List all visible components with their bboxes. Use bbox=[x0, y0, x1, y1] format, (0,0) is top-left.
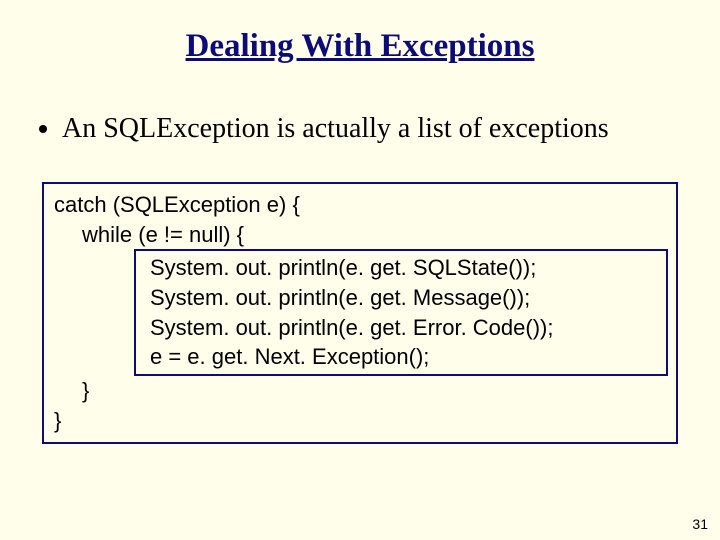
code-line: System. out. println(e. get. SQLState())… bbox=[150, 253, 658, 283]
code-line: } bbox=[54, 376, 666, 406]
code-line: System. out. println(e. get. Error. Code… bbox=[150, 313, 658, 343]
code-line: e = e. get. Next. Exception(); bbox=[150, 342, 658, 372]
slide: Dealing With Exceptions An SQLException … bbox=[0, 0, 720, 540]
code-box-inner: System. out. println(e. get. SQLState())… bbox=[134, 249, 668, 376]
code-box-outer: catch (SQLException e) { while (e != nul… bbox=[42, 182, 678, 444]
code-line: catch (SQLException e) { bbox=[54, 190, 666, 220]
slide-title: Dealing With Exceptions bbox=[36, 28, 684, 65]
code-line: System. out. println(e. get. Message()); bbox=[150, 283, 658, 313]
code-line: while (e != null) { bbox=[54, 220, 666, 250]
page-number: 31 bbox=[692, 516, 708, 532]
bullet-list: An SQLException is actually a list of ex… bbox=[36, 111, 684, 146]
code-line: } bbox=[54, 406, 666, 436]
bullet-item: An SQLException is actually a list of ex… bbox=[62, 111, 684, 146]
